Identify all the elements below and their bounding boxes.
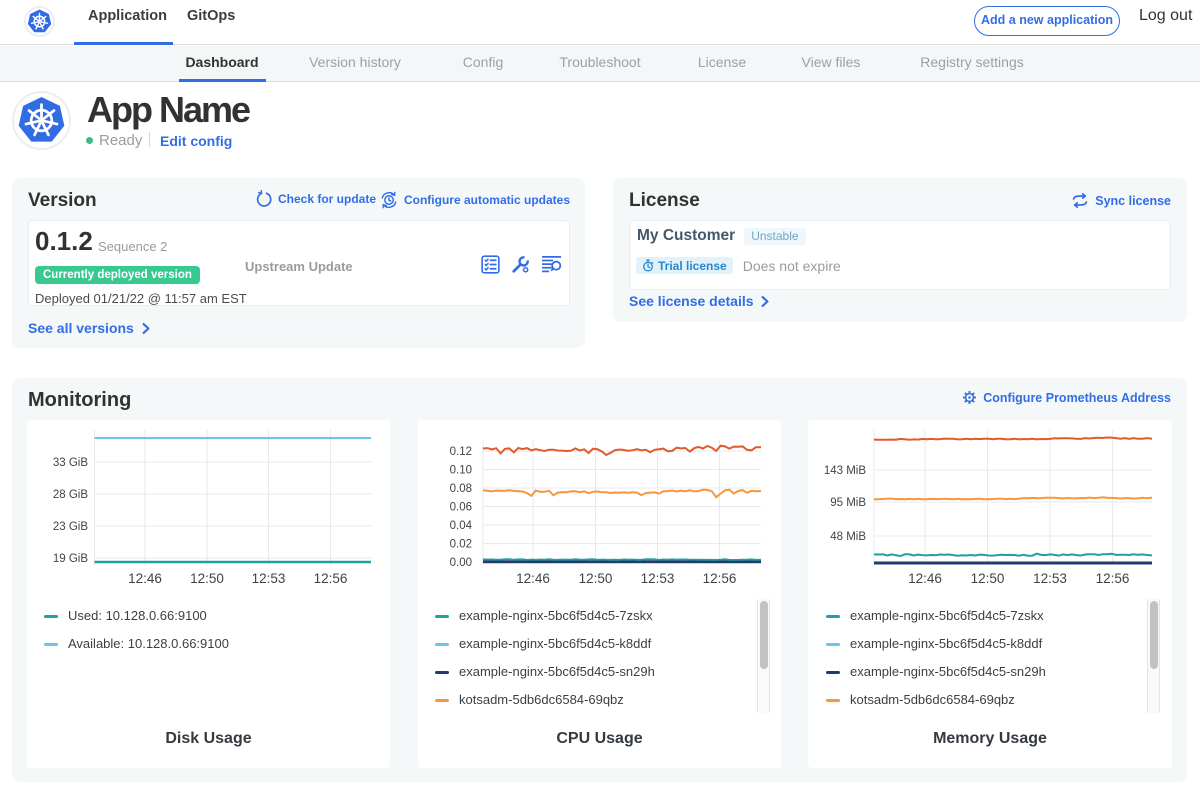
svg-text:0.10: 0.10 <box>450 465 472 477</box>
svg-text:23 GiB: 23 GiB <box>53 521 88 533</box>
svg-text:28 GiB: 28 GiB <box>53 489 88 501</box>
svg-text:12:50: 12:50 <box>190 571 224 586</box>
svg-text:0.00: 0.00 <box>450 557 472 569</box>
svg-text:0.08: 0.08 <box>450 483 472 495</box>
svg-text:0.02: 0.02 <box>450 539 472 551</box>
svg-text:12:53: 12:53 <box>641 571 675 586</box>
svg-text:95 MiB: 95 MiB <box>830 497 866 509</box>
svg-text:0.04: 0.04 <box>450 520 473 532</box>
svg-text:12:50: 12:50 <box>971 571 1005 586</box>
svg-text:12:56: 12:56 <box>1096 571 1130 586</box>
svg-text:12:46: 12:46 <box>128 571 162 586</box>
svg-text:0.06: 0.06 <box>450 502 472 514</box>
svg-text:12:56: 12:56 <box>703 571 737 586</box>
svg-text:12:50: 12:50 <box>579 571 613 586</box>
svg-text:12:56: 12:56 <box>314 571 348 586</box>
svg-text:12:53: 12:53 <box>1033 571 1067 586</box>
svg-text:12:46: 12:46 <box>908 571 942 586</box>
svg-text:143 MiB: 143 MiB <box>824 465 867 477</box>
svg-text:12:53: 12:53 <box>252 571 286 586</box>
svg-text:12:46: 12:46 <box>516 571 550 586</box>
svg-text:0.12: 0.12 <box>450 446 472 458</box>
svg-text:33 GiB: 33 GiB <box>53 457 88 469</box>
svg-text:19 GiB: 19 GiB <box>53 553 88 565</box>
svg-text:48 MiB: 48 MiB <box>830 531 866 543</box>
